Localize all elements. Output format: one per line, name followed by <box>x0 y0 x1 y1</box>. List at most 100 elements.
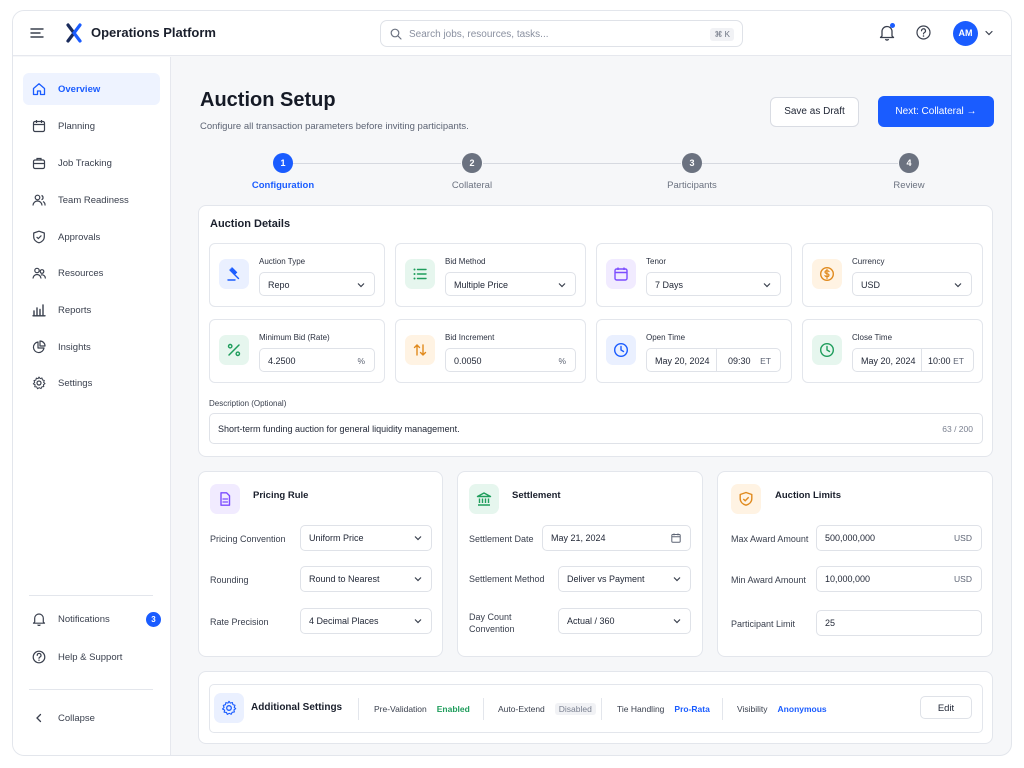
pricing-rule-card: Pricing Rule Pricing Convention Uniform … <box>198 471 443 657</box>
logo-icon <box>66 23 82 43</box>
close-time-field: Close Time May 20, 2024 10:00 ET <box>802 319 983 383</box>
description-char-count: 63 / 200 <box>942 424 973 434</box>
close-time-input[interactable]: May 20, 2024 10:00 ET <box>852 348 974 372</box>
participant-limit-input[interactable]: 25 <box>816 610 982 636</box>
sidebar-item-notifications[interactable]: Notifications 3 <box>23 603 161 635</box>
auction-type-select[interactable]: Repo <box>259 272 375 296</box>
step-1-circle[interactable]: 1 <box>273 153 293 173</box>
icon-badge <box>812 335 842 365</box>
icon-badge <box>812 259 842 289</box>
sidebar-item-approvals[interactable]: Approvals <box>23 221 160 253</box>
gavel-icon <box>227 267 240 281</box>
rate-precision-select[interactable]: 4 Decimal Places <box>300 608 432 634</box>
settlement-card: Settlement Settlement Date May 21, 2024 … <box>457 471 703 657</box>
chevron-down-icon <box>414 536 422 541</box>
sidebar-item-job-tracking[interactable]: Job Tracking <box>23 147 160 179</box>
sidebar-item-label: Overview <box>58 84 101 95</box>
day-count-value: Actual / 360 <box>567 616 615 626</box>
bid-increment-input[interactable]: 0.0050 % <box>445 348 576 372</box>
bid-method-select[interactable]: Multiple Price <box>445 272 576 296</box>
sidebar-item-team-readiness[interactable]: Team Readiness <box>23 184 160 216</box>
step-3-circle[interactable]: 3 <box>682 153 702 173</box>
visibility-label: Visibility <box>737 704 768 714</box>
clock-icon <box>613 342 629 358</box>
icon-badge <box>219 335 249 365</box>
step-2-circle[interactable]: 2 <box>462 153 482 173</box>
edit-button-label: Edit <box>937 703 955 714</box>
minimum-bid-field: Minimum Bid (Rate) 4.2500 % <box>209 319 385 383</box>
home-icon <box>32 83 46 96</box>
minimum-bid-input[interactable]: 4.2500 % <box>259 348 375 372</box>
tenor-label: Tenor <box>646 257 667 266</box>
help-icon[interactable] <box>916 25 931 40</box>
briefcase-icon <box>32 157 46 170</box>
minimum-bid-value: 4.2500 <box>268 356 296 366</box>
divider <box>358 698 359 720</box>
next-collateral-button[interactable]: Next: Collateral → <box>878 96 994 127</box>
chevron-down-icon <box>763 283 771 288</box>
calendar-icon <box>32 120 46 133</box>
participant-limit-label: Participant Limit <box>731 619 796 629</box>
open-time-label: Open Time <box>646 333 686 342</box>
notifications-count-badge: 3 <box>146 612 161 627</box>
field-divider <box>921 349 922 371</box>
sidebar-item-label: Collapse <box>58 713 95 724</box>
bar-chart-icon <box>32 304 46 317</box>
open-time-field: Open Time May 20, 2024 09:30 ET <box>596 319 792 383</box>
dollar-coin-icon <box>819 266 835 282</box>
sidebar-item-label: Team Readiness <box>58 195 129 206</box>
sidebar-item-overview[interactable]: Overview <box>23 73 160 105</box>
step-1-label[interactable]: Configuration <box>233 180 333 191</box>
step-4-label[interactable]: Review <box>859 180 959 191</box>
notification-dot <box>890 23 895 28</box>
bid-increment-unit: % <box>558 356 566 366</box>
user-avatar[interactable]: AM <box>953 21 978 46</box>
open-time-input[interactable]: May 20, 2024 09:30 ET <box>646 348 781 372</box>
chevron-down-icon <box>673 619 681 624</box>
settlement-method-select[interactable]: Deliver vs Payment <box>558 566 691 592</box>
tenor-select[interactable]: 7 Days <box>646 272 781 296</box>
step-4-circle[interactable]: 4 <box>899 153 919 173</box>
settlement-date-picker[interactable]: May 21, 2024 <box>542 525 691 551</box>
gear-icon <box>32 376 46 390</box>
pricing-convention-value: Uniform Price <box>309 533 364 543</box>
sidebar-item-settings[interactable]: Settings <box>23 367 160 399</box>
save-draft-button[interactable]: Save as Draft <box>770 97 859 127</box>
search-input[interactable]: Search jobs, resources, tasks... ⌘ K <box>380 20 743 47</box>
min-award-input[interactable]: 10,000,000 USD <box>816 566 982 592</box>
shield-check-icon <box>33 230 45 244</box>
sidebar-item-label: Job Tracking <box>58 158 112 169</box>
day-count-select[interactable]: Actual / 360 <box>558 608 691 634</box>
sidebar-item-help[interactable]: Help & Support <box>23 641 160 673</box>
sidebar-item-planning[interactable]: Planning <box>23 110 160 142</box>
close-time-label: Close Time <box>852 333 893 342</box>
sidebar-item-resources[interactable]: Resources <box>23 257 160 289</box>
divider <box>722 698 723 720</box>
rounding-select[interactable]: Round to Nearest <box>300 566 432 592</box>
close-time-value: 10:00 <box>928 356 951 366</box>
chevron-down-icon <box>414 577 422 582</box>
top-bar: Operations Platform Search jobs, resourc… <box>13 11 1011 56</box>
brand-name: Operations Platform <box>91 25 216 40</box>
tenor-field: Tenor 7 Days <box>596 243 792 307</box>
currency-select[interactable]: USD <box>852 272 972 296</box>
divider <box>601 698 602 720</box>
edit-settings-button[interactable]: Edit <box>920 696 972 719</box>
currency-value: USD <box>861 280 881 290</box>
chevron-down-icon[interactable] <box>985 29 993 37</box>
help-icon <box>32 650 46 664</box>
icon-badge <box>731 484 761 514</box>
sidebar-item-label: Reports <box>58 305 92 316</box>
sidebar-item-insights[interactable]: Insights <box>23 331 160 363</box>
sidebar-divider <box>29 689 153 690</box>
step-2-label[interactable]: Collateral <box>422 180 522 191</box>
sidebar-item-reports[interactable]: Reports <box>23 294 160 326</box>
description-input[interactable]: Short-term funding auction for general l… <box>209 413 983 444</box>
rounding-value: Round to Nearest <box>309 574 380 584</box>
menu-icon[interactable] <box>30 26 44 40</box>
open-time-value: 09:30 <box>728 356 751 366</box>
max-award-input[interactable]: 500,000,000 USD <box>816 525 982 551</box>
sidebar-collapse-button[interactable]: Collapse <box>23 702 160 734</box>
pricing-convention-select[interactable]: Uniform Price <box>300 525 432 551</box>
step-3-label[interactable]: Participants <box>642 180 742 191</box>
